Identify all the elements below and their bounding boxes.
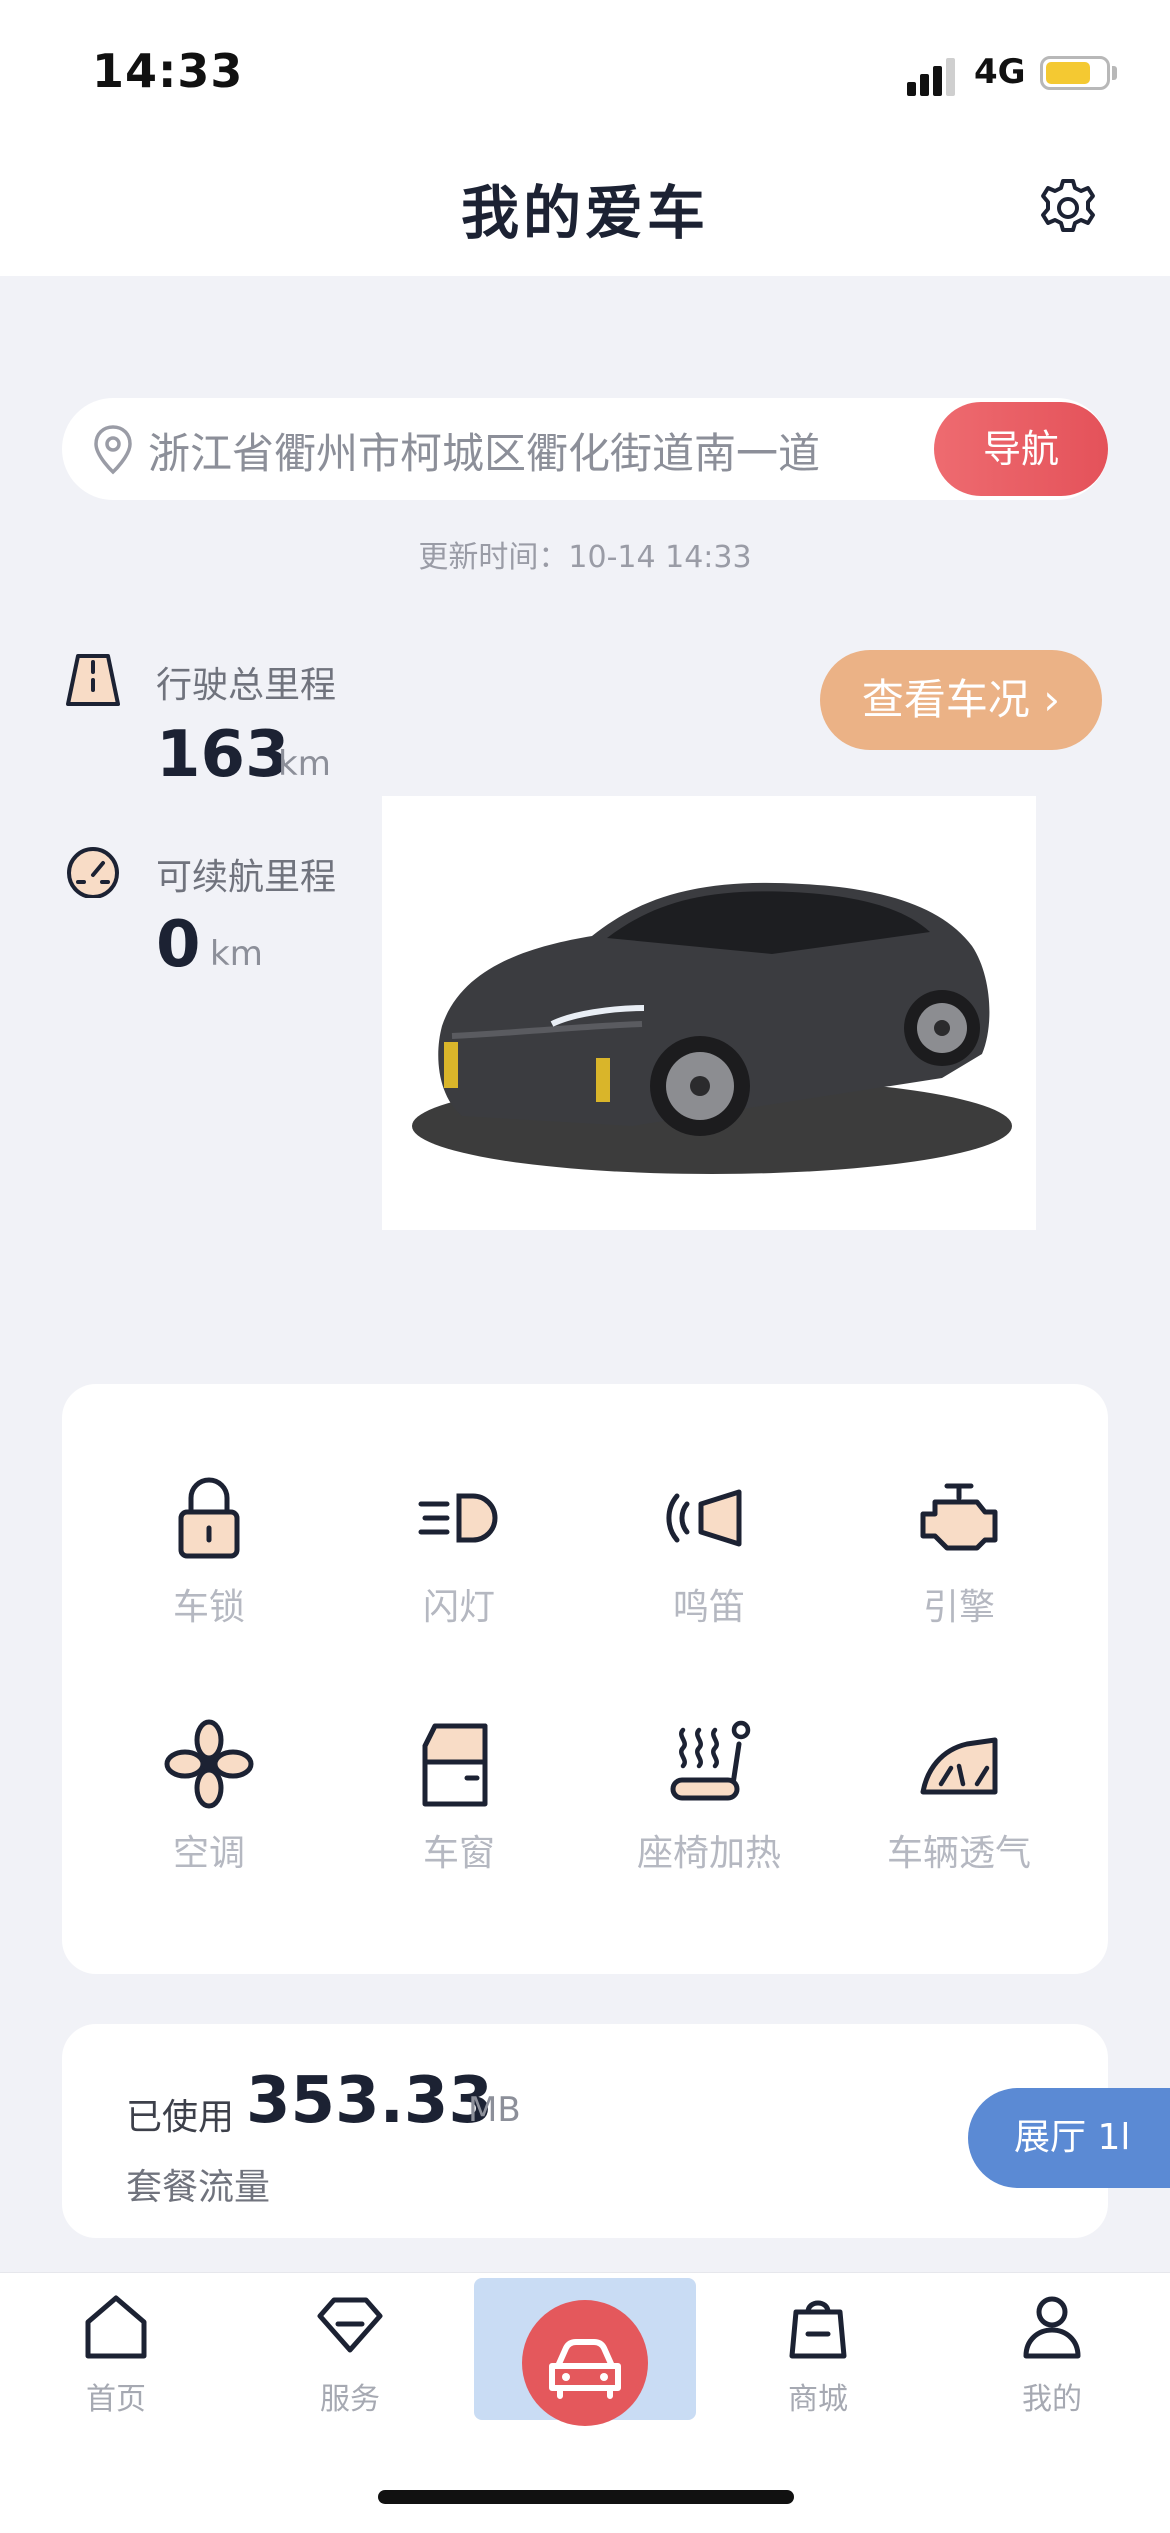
gauge-icon bbox=[67, 847, 119, 898]
control-vent[interactable]: 车辆透气 bbox=[834, 1716, 1084, 1876]
bag-icon bbox=[789, 2300, 847, 2359]
status-time: 14:33 bbox=[92, 44, 244, 98]
lock-icon bbox=[178, 1477, 240, 1559]
tab-label: 我的 bbox=[1022, 2382, 1082, 2417]
car-image bbox=[382, 796, 1036, 1230]
engine-icon bbox=[920, 1483, 998, 1551]
control-label: 闪灯 bbox=[422, 1587, 495, 1628]
total-mileage-label: 行驶总里程 bbox=[156, 665, 337, 706]
control-label: 鸣笛 bbox=[672, 1587, 745, 1628]
control-ac[interactable]: 空调 bbox=[84, 1716, 334, 1876]
location-pin-icon bbox=[94, 425, 132, 475]
tab-home[interactable]: 首页 bbox=[36, 2290, 196, 2418]
gear-icon[interactable] bbox=[1036, 176, 1100, 240]
window-icon bbox=[422, 1723, 488, 1807]
control-horn[interactable]: 鸣笛 bbox=[584, 1470, 834, 1630]
navigate-button[interactable]: 导航 bbox=[934, 402, 1108, 496]
showroom-button[interactable]: 展厅 1l bbox=[968, 2088, 1170, 2188]
control-window[interactable]: 车窗 bbox=[334, 1716, 584, 1876]
control-label: 车辆透气 bbox=[886, 1833, 1031, 1874]
tab-mine[interactable]: 我的 bbox=[972, 2290, 1132, 2418]
control-lock[interactable]: 车锁 bbox=[84, 1470, 334, 1630]
tab-label: 服务 bbox=[320, 2382, 380, 2417]
control-label: 空调 bbox=[172, 1833, 245, 1874]
control-seat-heat[interactable]: 座椅加热 bbox=[584, 1716, 834, 1876]
fan-icon bbox=[164, 1719, 254, 1809]
seat-heat-icon bbox=[670, 1720, 751, 1801]
control-label: 车窗 bbox=[422, 1833, 495, 1874]
data-used-unit: MB bbox=[468, 2090, 521, 2130]
road-icon bbox=[66, 654, 120, 706]
view-condition-button[interactable]: 查看车况 › bbox=[820, 650, 1102, 750]
horn-icon bbox=[666, 1489, 742, 1547]
tab-label: 商城 bbox=[788, 2382, 848, 2417]
range-value: 0 bbox=[156, 908, 201, 982]
data-used-value: 353.33 bbox=[246, 2064, 493, 2138]
tab-service[interactable]: 服务 bbox=[270, 2290, 430, 2418]
range-unit: km bbox=[210, 934, 263, 974]
data-plan-caption: 套餐流量 bbox=[126, 2167, 271, 2208]
diamond-icon bbox=[317, 2297, 383, 2353]
home-indicator[interactable] bbox=[378, 2490, 794, 2504]
address-text: 浙江省衢州市柯城区衢化街道南一道 bbox=[148, 429, 821, 478]
update-time: 更新时间：10-14 14:33 bbox=[418, 540, 752, 575]
home-icon bbox=[85, 2295, 147, 2359]
tab-car[interactable] bbox=[522, 2300, 648, 2426]
headlight-icon bbox=[418, 1493, 498, 1543]
range-label: 可续航里程 bbox=[156, 857, 337, 898]
network-type: 4G bbox=[974, 52, 1026, 92]
data-used-label: 已使用 bbox=[126, 2097, 235, 2138]
page-title: 我的爱车 bbox=[460, 179, 709, 247]
battery-level bbox=[1046, 62, 1090, 84]
car-illustration bbox=[412, 882, 1012, 1174]
control-flash[interactable]: 闪灯 bbox=[334, 1470, 584, 1630]
control-label: 车锁 bbox=[172, 1587, 245, 1628]
signal-icon bbox=[907, 58, 955, 96]
vent-icon bbox=[920, 1737, 998, 1795]
tab-label: 首页 bbox=[86, 2382, 146, 2417]
battery-tip bbox=[1112, 66, 1117, 80]
total-mileage-value: 163 bbox=[156, 718, 290, 792]
control-label: 引擎 bbox=[922, 1587, 995, 1628]
control-label: 座椅加热 bbox=[636, 1833, 781, 1874]
total-mileage-unit: km bbox=[278, 744, 331, 784]
tab-mall[interactable]: 商城 bbox=[738, 2290, 898, 2418]
car-icon bbox=[549, 2339, 621, 2399]
control-engine[interactable]: 引擎 bbox=[834, 1470, 1084, 1630]
user-icon bbox=[1023, 2296, 1081, 2359]
